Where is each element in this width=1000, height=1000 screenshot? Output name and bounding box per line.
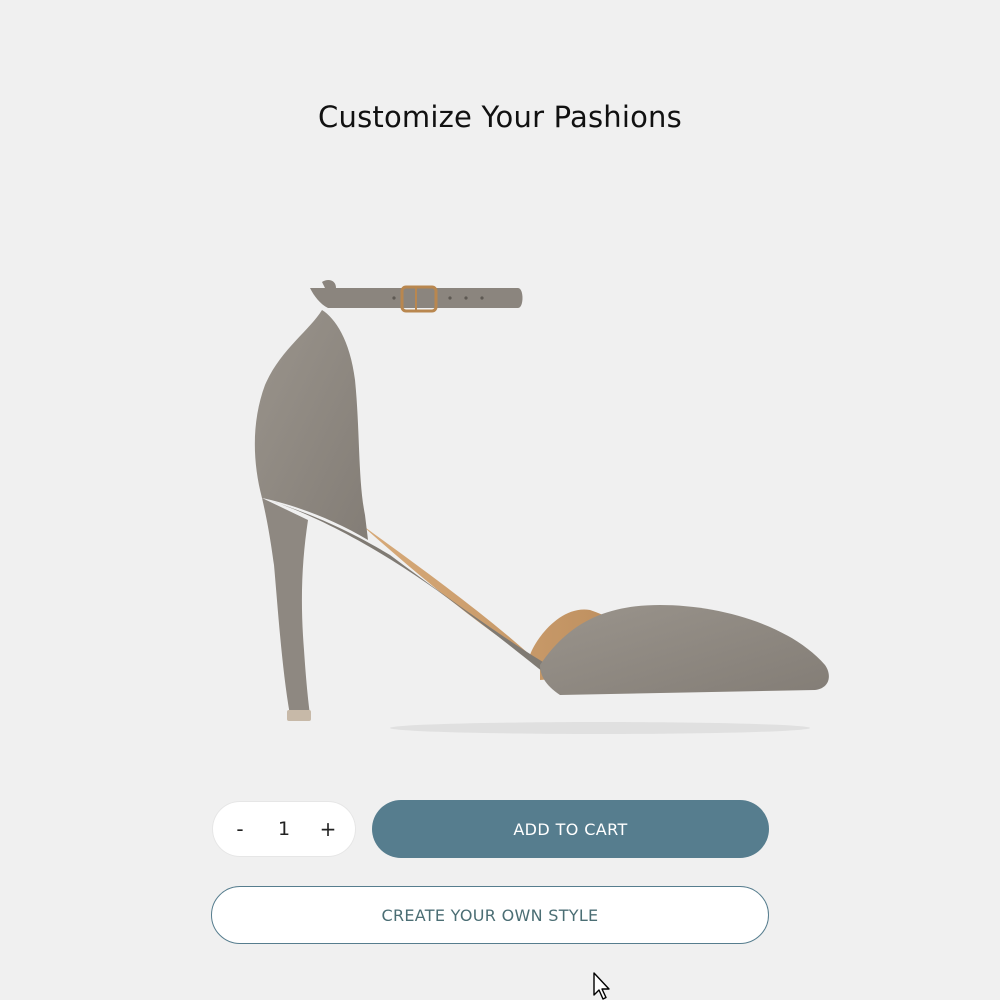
mouse-pointer-icon bbox=[593, 972, 610, 1000]
quantity-stepper: - 1 + bbox=[213, 802, 355, 856]
quantity-value[interactable]: 1 bbox=[257, 818, 311, 840]
create-your-own-style-button[interactable]: CREATE YOUR OWN STYLE bbox=[211, 886, 769, 944]
increment-button[interactable]: + bbox=[311, 812, 345, 846]
page-title: Customize Your Pashions bbox=[318, 100, 682, 134]
add-to-cart-button[interactable]: ADD TO CART bbox=[372, 800, 769, 858]
decrement-button[interactable]: - bbox=[223, 812, 257, 846]
product-image bbox=[254, 280, 829, 734]
